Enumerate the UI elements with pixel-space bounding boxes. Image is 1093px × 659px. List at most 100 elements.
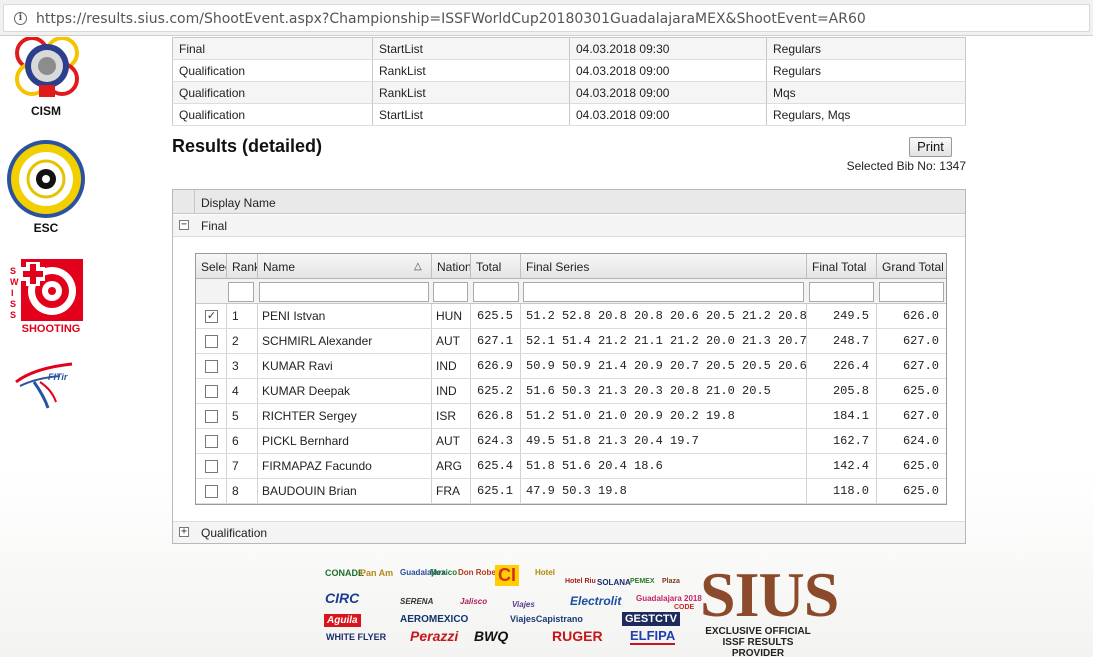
sponsor-logo[interactable]: CONADE — [325, 568, 364, 578]
sponsor-logo[interactable]: GESTCTV — [622, 612, 680, 626]
nation-filter-input[interactable] — [433, 282, 468, 302]
column-header-final-total[interactable]: Final Total — [807, 254, 877, 279]
type-link[interactable]: RankList — [372, 59, 570, 82]
address-bar[interactable]: i https://results.sius.com/ShootEvent.as… — [3, 4, 1090, 32]
nation-cell: AUT — [436, 334, 460, 348]
sponsor-logo[interactable]: Pan Am — [360, 568, 393, 578]
sponsor-logo[interactable]: Jalisco — [460, 597, 487, 606]
type-link[interactable]: StartList — [372, 103, 570, 126]
table-row[interactable]: 7 FIRMAPAZ Facundo ARG 625.4 51.8 51.6 20.4 … — [196, 454, 946, 479]
final-series-filter-input[interactable] — [523, 282, 804, 302]
grand-total-cell: 625.0 — [902, 384, 939, 398]
table-row[interactable]: 2 SCHMIRL Alexander AUT 627.1 52.1 51.4 21.2… — [196, 329, 946, 354]
column-header-grand-total[interactable]: Grand Total — [877, 254, 946, 279]
column-header-name[interactable]: Name △ — [258, 254, 432, 279]
column-header-nation[interactable]: Nation — [432, 254, 471, 279]
group-row-qualification[interactable]: + Qualification — [173, 521, 965, 543]
rank-filter-input[interactable] — [228, 282, 254, 302]
type-link[interactable]: RankList — [372, 81, 570, 104]
total-cell: 625.4 — [477, 459, 514, 473]
nation-cell: IND — [436, 384, 457, 398]
phase-cell: Qualification — [172, 81, 373, 104]
phase-cell: Final — [172, 37, 373, 60]
type-link[interactable]: StartList — [372, 37, 570, 60]
sponsor-logo[interactable]: CODE — [674, 604, 694, 611]
sponsor-logo[interactable]: Hotel — [535, 568, 555, 577]
row-checkbox[interactable] — [205, 485, 218, 498]
final-total-cell: 118.0 — [832, 484, 869, 498]
final-series-cell: 50.9 50.9 21.4 20.9 20.7 20.5 20.5 20.6 — [526, 359, 806, 373]
table-row[interactable]: Qualification RankList 04.03.2018 09:00 … — [172, 59, 966, 82]
sponsor-logo[interactable]: Electrolit — [570, 594, 621, 608]
table-row[interactable]: 3 KUMAR Ravi IND 626.9 50.9 50.9 21.4 20.9 2… — [196, 354, 946, 379]
sponsor-logo[interactable]: RUGER — [552, 628, 603, 644]
display-name-header[interactable]: Display Name — [201, 196, 276, 210]
final-series-cell: 47.9 50.3 19.8 — [526, 484, 627, 498]
row-checkbox[interactable] — [205, 460, 218, 473]
row-checkbox[interactable] — [205, 385, 218, 398]
datetime-cell: 04.03.2018 09:00 — [569, 103, 767, 126]
sponsor-logo[interactable]: BWQ — [474, 628, 508, 644]
table-row[interactable]: 6 PICKL Bernhard AUT 624.3 49.5 51.8 21.3 20… — [196, 429, 946, 454]
cism-label: CISM — [31, 104, 61, 118]
sponsor-logo[interactable]: CIRC — [325, 590, 359, 606]
final-series-cell: 51.6 50.3 21.3 20.3 20.8 21.0 20.5 — [526, 384, 771, 398]
sponsor-logo[interactable]: Plaza — [662, 578, 680, 585]
group-row-final[interactable]: − Final — [173, 215, 965, 237]
table-row[interactable]: 4 KUMAR Deepak IND 625.2 51.6 50.3 21.3 20.3… — [196, 379, 946, 404]
table-row[interactable]: ✓ 1 PENI Istvan HUN 625.5 51.2 52.8 20.8 20.8… — [196, 304, 946, 329]
url-text[interactable]: https://results.sius.com/ShootEvent.aspx… — [36, 11, 866, 27]
final-series-cell: 51.2 51.0 21.0 20.9 20.2 19.8 — [526, 409, 735, 423]
sponsor-logo[interactable]: Perazzi — [410, 628, 458, 644]
sponsor-logo[interactable]: AEROMEXICO — [400, 614, 468, 625]
table-row[interactable]: Final StartList 04.03.2018 09:30 Regular… — [172, 37, 966, 60]
table-row[interactable]: 5 RICHTER Sergey ISR 626.8 51.2 51.0 21.0 20… — [196, 404, 946, 429]
rank-cell: 8 — [232, 484, 239, 498]
name-filter-input[interactable] — [259, 282, 429, 302]
sponsor-logo[interactable]: ViajesCapistrano — [510, 614, 583, 624]
nation-cell: AUT — [436, 434, 460, 448]
grand-total-filter-input[interactable] — [879, 282, 944, 302]
nation-cell: ARG — [436, 459, 463, 473]
table-row[interactable]: 8 BAUDOUIN Brian FRA 625.1 47.9 50.3 19.8 118… — [196, 479, 946, 504]
sponsor-logo[interactable]: PEMEX — [630, 578, 655, 585]
table-row[interactable]: Qualification StartList 04.03.2018 09:00… — [172, 103, 966, 126]
row-checkbox[interactable]: ✓ — [205, 310, 218, 323]
final-total-filter-input[interactable] — [809, 282, 874, 302]
sponsor-logo[interactable]: Viajes — [512, 600, 535, 609]
collapse-icon[interactable]: − — [179, 220, 189, 230]
sponsor-logo[interactable]: WHITE FLYER — [326, 632, 386, 642]
sponsor-logo[interactable]: SOLANA — [597, 578, 631, 587]
row-checkbox[interactable] — [205, 360, 218, 373]
sponsor-logo[interactable]: Hotel Riu — [565, 578, 596, 585]
column-header-rank[interactable]: Rank — [227, 254, 258, 279]
column-header-total[interactable]: Total — [471, 254, 521, 279]
total-filter-input[interactable] — [473, 282, 519, 302]
rank-cell: 4 — [232, 384, 239, 398]
expand-icon[interactable]: + — [179, 527, 189, 537]
sort-ascending-icon[interactable]: △ — [414, 261, 422, 272]
table-row[interactable]: Qualification RankList 04.03.2018 09:00 … — [172, 81, 966, 104]
sponsor-logo[interactable]: CI — [495, 565, 519, 586]
group-label-qualification: Qualification — [201, 526, 268, 540]
row-checkbox[interactable] — [205, 410, 218, 423]
sponsor-logo[interactable]: Guadalajara 2018 — [636, 594, 702, 603]
fitir-logo-icon[interactable]: FITir — [10, 356, 76, 412]
info-icon[interactable]: i — [14, 12, 27, 25]
name-cell: SCHMIRL Alexander — [262, 334, 373, 348]
column-header-select[interactable]: Select — [196, 254, 227, 279]
esc-logo-icon[interactable] — [5, 138, 87, 220]
grand-total-cell: 627.0 — [902, 359, 939, 373]
rank-cell: 7 — [232, 459, 239, 473]
row-checkbox[interactable] — [205, 335, 218, 348]
grand-total-cell: 625.0 — [902, 484, 939, 498]
sius-logo[interactable]: SIUS — [700, 563, 839, 627]
cism-logo-icon[interactable] — [8, 37, 86, 105]
sponsor-logo[interactable]: ELFIPA — [630, 628, 676, 645]
sponsor-logo[interactable]: Aguila — [324, 614, 361, 627]
print-button[interactable]: Print — [909, 137, 952, 157]
sponsor-logo[interactable]: Mexico — [430, 568, 457, 577]
row-checkbox[interactable] — [205, 435, 218, 448]
column-header-final-series[interactable]: Final Series — [521, 254, 807, 279]
sponsor-logo[interactable]: SERENA — [400, 597, 433, 606]
